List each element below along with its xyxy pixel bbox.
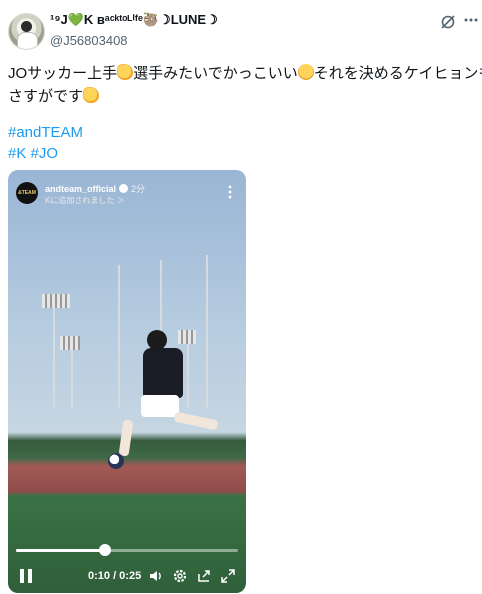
floodlight-pole — [118, 265, 120, 408]
video-progress-thumb[interactable] — [98, 544, 111, 556]
player-leg — [118, 419, 134, 457]
relieved-face-icon — [297, 64, 314, 80]
user-avatar[interactable] — [8, 13, 45, 50]
pause-icon[interactable] — [20, 569, 32, 583]
video-account-line: andteam_official 2分 — [45, 182, 145, 195]
hashtag-k[interactable]: #K — [8, 145, 26, 162]
video-subtitle[interactable]: Kに追加されました ＞ — [45, 195, 125, 206]
video-time-ago: 2分 — [131, 184, 146, 194]
more-icon[interactable] — [463, 12, 479, 28]
floodlight-pole — [53, 298, 55, 408]
pop-out-icon[interactable] — [196, 568, 212, 584]
video-account-avatar[interactable]: &TEAM — [16, 182, 38, 204]
video-menu-icon[interactable] — [228, 185, 232, 199]
avatar-head-shape — [21, 21, 32, 32]
video-progress-bar[interactable] — [16, 544, 238, 556]
tweet-text-part: JOサッカー上手 — [8, 65, 118, 82]
floodlight-pole — [187, 335, 189, 408]
video-account-name[interactable]: andteam_official — [45, 184, 116, 194]
clapping-hands-icon — [117, 64, 134, 80]
floodlight — [60, 336, 80, 350]
tweet-line-1: JOサッカー上手 選手みたいでかっこいい それを決めるケイヒョンも — [8, 62, 482, 85]
floodlight — [178, 330, 196, 344]
video-progress-fill — [16, 549, 105, 552]
settings-gear-icon[interactable] — [172, 568, 188, 584]
player-head — [147, 330, 167, 350]
tweet-text-part: さすがです — [8, 88, 84, 105]
volume-icon[interactable] — [148, 568, 164, 584]
player-shorts — [141, 395, 179, 417]
player-leg — [173, 411, 219, 431]
verified-icon — [119, 184, 129, 193]
video-player[interactable]: &TEAM andteam_official 2分 Kに追加されました ＞ 0:1… — [8, 170, 246, 593]
tweet-text-part: 選手みたいでかっこいい — [133, 65, 298, 82]
fullscreen-icon[interactable] — [220, 568, 236, 584]
hashtag-jo[interactable]: #JO — [31, 145, 59, 162]
tweet-text-part: それを決めるケイヒョンも — [313, 65, 482, 82]
tweet-line-2: さすがです — [8, 85, 474, 108]
soccer-ball — [108, 453, 124, 469]
floodlight — [42, 294, 70, 308]
floodlight-pole — [206, 255, 208, 408]
avatar-body-shape — [17, 32, 38, 49]
hashtag-andteam[interactable]: #andTEAM — [8, 124, 83, 141]
video-time-display: 0:10 / 0:25 — [88, 570, 142, 582]
player-shirt — [143, 348, 183, 398]
hashtags: #andTEAM #K #JO — [8, 122, 83, 164]
tweet-text: JOサッカー上手 選手みたいでかっこいい それを決めるケイヒョンも さすがです — [8, 62, 482, 108]
floodlight-pole — [71, 340, 73, 408]
grok-icon[interactable] — [440, 14, 456, 30]
display-name[interactable]: ¹⁹J💚K ʙᵃᶜᵏᵗᵒᴸⁱᶠᵉ🦥☽LUNE☽ — [50, 12, 218, 28]
clapping-hands-icon — [83, 87, 100, 103]
user-handle[interactable]: @J56803408 — [50, 33, 128, 48]
